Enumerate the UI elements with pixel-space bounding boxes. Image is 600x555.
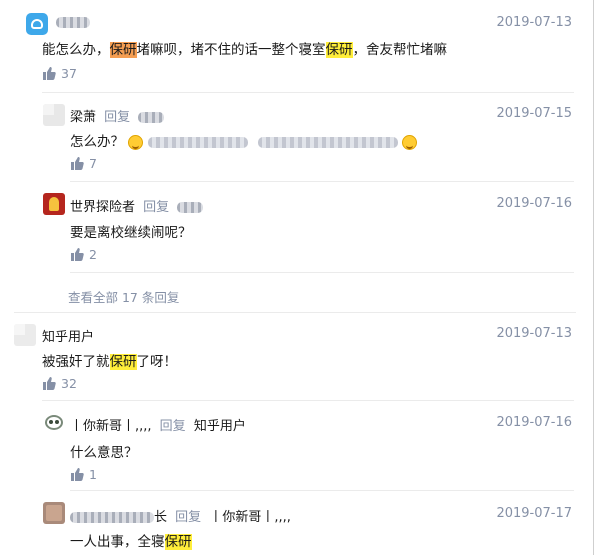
avatar[interactable] <box>26 13 48 35</box>
like-button[interactable]: 7 <box>70 156 97 171</box>
comment-text: ，舍友帮忙堵嘛 <box>352 42 448 58</box>
like-count: 7 <box>89 156 97 171</box>
divider <box>70 181 574 182</box>
reply-author[interactable]: 世界探险者 <box>70 200 135 215</box>
reply-content: 要是离校继续闹呢？ <box>70 225 192 241</box>
comment-text: 被强奸了就 <box>42 354 110 370</box>
like-count: 37 <box>61 66 77 81</box>
like-button[interactable]: 32 <box>42 376 77 391</box>
like-button[interactable]: 2 <box>70 247 97 262</box>
reply-label: 回复 <box>143 200 170 215</box>
reply-date: 2019-07-16 <box>496 196 572 211</box>
reply-date: 2019-07-17 <box>496 506 572 521</box>
reply-author[interactable]: 丨你新哥丨,,,, <box>70 419 152 434</box>
redacted-name <box>56 17 90 28</box>
redacted-name <box>70 512 154 523</box>
divider <box>42 92 574 93</box>
comment-text: 能怎么办， <box>42 42 110 58</box>
redacted-name <box>177 202 204 213</box>
reply-to-user[interactable]: 丨你新哥丨,,,, <box>209 510 291 525</box>
reply-header: 梁萧 回复 <box>70 106 165 125</box>
redacted-text <box>147 136 248 148</box>
reply-content: 什么意思？ <box>70 445 138 461</box>
comment-author[interactable]: 知乎用户 <box>42 326 94 345</box>
comment-content: 能怎么办，保研堵嘛呗，堵不住的话一整个寝室保研，舍友帮忙堵嘛 <box>42 38 447 58</box>
comment-content: 被强奸了就保研了呀！ <box>42 350 177 370</box>
reply-date: 2019-07-16 <box>496 415 572 430</box>
divider <box>14 312 576 313</box>
like-count: 1 <box>89 467 97 482</box>
thumb-up-icon <box>71 157 84 170</box>
reply-author[interactable]: 梁萧 <box>70 110 96 125</box>
avatar[interactable] <box>43 412 65 434</box>
laugh-emoji-icon <box>402 134 418 150</box>
reply-text: 怎么办？ <box>70 134 124 150</box>
reply-header: 世界探险者 回复 <box>70 196 204 215</box>
divider <box>70 490 574 491</box>
comment-author[interactable] <box>56 15 90 30</box>
avatar[interactable] <box>14 324 36 346</box>
highlighted-keyword: 保研 <box>109 354 137 370</box>
comment-panel: 2019-07-13 能怎么办，保研堵嘛呗，堵不住的话一整个寝室保研，舍友帮忙堵… <box>0 0 594 555</box>
reply-content: 一人出事，全寝保研 <box>70 530 192 550</box>
like-count: 2 <box>89 247 97 262</box>
thumb-up-icon <box>43 377 56 390</box>
reply-content: 怎么办？ <box>70 130 418 150</box>
reply-label: 回复 <box>104 110 131 125</box>
thumb-up-icon <box>71 468 84 481</box>
like-count: 32 <box>61 376 77 391</box>
comment-text: 了呀！ <box>136 354 178 370</box>
avatar[interactable] <box>43 502 65 524</box>
thumb-up-icon <box>43 67 56 80</box>
comment-date: 2019-07-13 <box>496 15 572 30</box>
view-all-replies-link[interactable]: 查看全部 17 条回复 <box>68 287 179 306</box>
divider <box>70 272 574 273</box>
redacted-name <box>138 112 165 123</box>
comment-text: 堵嘛呗，堵不住的话一整个寝室 <box>136 42 326 58</box>
thumb-up-icon <box>71 248 84 261</box>
highlighted-keyword: 保研 <box>164 534 192 550</box>
reply-to-user[interactable]: 知乎用户 <box>194 419 246 434</box>
reply-date: 2019-07-15 <box>496 106 572 121</box>
laugh-emoji-icon <box>128 134 144 150</box>
like-button[interactable]: 37 <box>42 66 77 81</box>
divider <box>42 400 574 401</box>
reply-label: 回复 <box>159 419 186 434</box>
redacted-text <box>257 136 398 148</box>
reply-label: 回复 <box>175 510 202 525</box>
reply-author-suffix[interactable]: 长 <box>154 510 167 525</box>
highlighted-keyword: 保研 <box>109 42 137 58</box>
comment-date: 2019-07-13 <box>496 326 572 341</box>
reply-header: 丨你新哥丨,,,, 回复 知乎用户 <box>70 415 246 434</box>
avatar[interactable] <box>43 193 65 215</box>
highlighted-keyword: 保研 <box>325 42 353 58</box>
reply-text: 一人出事，全寝 <box>70 534 165 550</box>
avatar[interactable] <box>43 104 65 126</box>
like-button[interactable]: 1 <box>70 467 97 482</box>
reply-header: 长 回复 丨你新哥丨,,,, <box>70 506 291 525</box>
